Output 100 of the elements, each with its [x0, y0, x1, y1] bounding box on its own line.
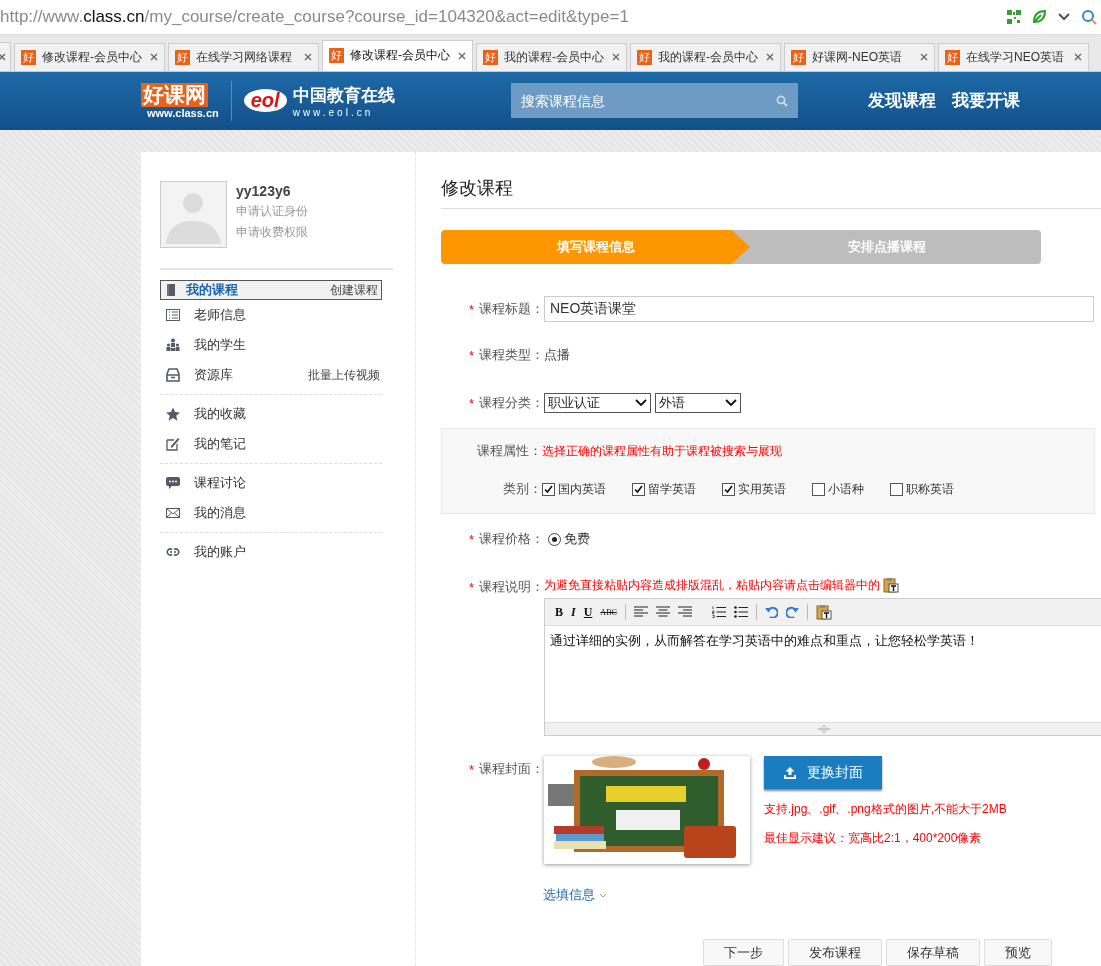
format-button[interactable]: I [571, 604, 576, 620]
upload-icon [783, 765, 797, 780]
action-button[interactable]: 发布课程 [788, 939, 882, 966]
checkbox-option[interactable]: 实用英语 [722, 480, 786, 498]
field-label: 课程价格： [479, 530, 544, 548]
close-icon[interactable] [920, 53, 928, 62]
edit-icon [166, 437, 180, 451]
browser-tab[interactable]: 好 好课网-NEO英语 [784, 42, 935, 71]
star-icon [166, 407, 180, 421]
browser-tab[interactable]: 好 我的课程-会员中心 [476, 42, 627, 71]
close-icon[interactable] [150, 53, 158, 62]
close-icon[interactable] [458, 51, 466, 60]
qr-code-icon[interactable] [1007, 9, 1021, 24]
page-title: 修改课程 [441, 176, 1101, 209]
bullet-list-icon[interactable] [733, 606, 748, 618]
site-favicon: 好 [483, 49, 498, 65]
upload-note: 支持.jpg、.gif、.png格式的图片,不能大于2MB [764, 801, 1007, 818]
sidebar-item[interactable]: 我的笔记 [160, 429, 382, 459]
chevron-down-icon[interactable] [1057, 11, 1071, 22]
browser-tab[interactable]: 好 在线学习网络课程 [168, 42, 319, 71]
field-label: 课程说明： [479, 578, 544, 596]
chevron-down-icon [725, 399, 737, 407]
required-mark: * [468, 579, 474, 595]
browser-tab[interactable]: 好 在线学习NEO英语 [938, 42, 1089, 71]
sidebar-item[interactable]: 我的学生 [160, 330, 382, 360]
align-center-icon[interactable] [655, 606, 670, 618]
checkbox[interactable] [632, 482, 645, 496]
align-right-icon[interactable] [677, 606, 692, 618]
ordered-list-icon[interactable] [711, 606, 726, 618]
radio-option[interactable]: 免费 [548, 530, 590, 548]
close-icon[interactable] [766, 53, 774, 62]
sidebar-action-link[interactable]: 批量上传视频 [308, 366, 380, 384]
close-icon[interactable] [0, 52, 6, 61]
dropdown[interactable]: 外语 [655, 393, 741, 413]
close-icon[interactable] [304, 53, 312, 62]
required-mark: * [468, 301, 474, 317]
sidebar-item[interactable]: 我的消息 [160, 498, 382, 528]
search-icon[interactable] [1081, 8, 1097, 25]
clipboard-icon [883, 577, 899, 593]
sidebar-item[interactable]: 我的收藏 [160, 399, 382, 429]
field-label: 课程标题： [479, 300, 544, 318]
dropdown[interactable]: 职业认证 [544, 393, 651, 413]
drawer-icon [166, 368, 180, 382]
change-cover-button[interactable]: 更换封面 [764, 756, 882, 789]
format-button[interactable]: U [583, 604, 593, 620]
user-name: yy123y6 [236, 183, 292, 199]
site-favicon: 好 [329, 48, 344, 64]
optional-info-link[interactable]: 选填信息 [543, 886, 607, 904]
action-button[interactable]: 下一步 [703, 939, 784, 966]
required-mark: * [468, 761, 474, 777]
field-label: 类别： [502, 480, 542, 498]
format-button[interactable]: B [555, 604, 563, 620]
sidebar-item[interactable]: 课程讨论 [160, 468, 382, 498]
hint-text: 选择正确的课程属性有助于课程被搜索与展现 [542, 442, 782, 460]
sidebar-item[interactable]: 我的账户 [160, 537, 382, 567]
required-mark: * [468, 395, 474, 411]
format-button[interactable]: ABC [600, 607, 617, 617]
rich-text-editor[interactable]: B I U ABC 通过详细的实例，从而解答在学习英语中的难点和重点，让您轻松学英语！ [544, 598, 1101, 736]
search-field[interactable]: 搜索课程信息 [510, 83, 798, 119]
nav-link[interactable]: 我要开课 [951, 89, 1020, 113]
action-button[interactable]: 预览 [984, 939, 1052, 966]
close-icon[interactable] [1074, 53, 1082, 62]
action-button[interactable]: 保存草稿 [886, 939, 980, 966]
redo-icon[interactable] [785, 606, 799, 618]
close-icon[interactable] [612, 53, 620, 62]
nav-link[interactable]: 发现课程 [867, 89, 936, 113]
title-input[interactable]: NEO英语课堂 [544, 296, 1094, 322]
checkbox-option[interactable]: 职称英语 [890, 480, 954, 498]
site-favicon: 好 [791, 49, 806, 65]
chevron-down-icon [599, 892, 607, 898]
align-left-icon[interactable] [633, 606, 648, 618]
resize-handle-icon[interactable] [818, 725, 830, 733]
link-icon [166, 545, 180, 559]
sidebar-item[interactable]: 老师信息 [160, 300, 382, 330]
browser-tab[interactable]: 好 修改课程-会员中心 [14, 42, 165, 71]
field-label: 课程类型： [479, 346, 544, 364]
checkbox-option[interactable]: 留学英语 [632, 480, 696, 498]
field-value: 点播 [544, 346, 570, 364]
checkbox[interactable] [542, 482, 555, 496]
clipboard-icon[interactable] [815, 604, 832, 620]
chat-icon [166, 476, 180, 490]
field-label: 课程分类： [479, 394, 544, 412]
site-favicon: 好 [175, 49, 190, 65]
required-mark: * [468, 347, 474, 363]
site-favicon: 好 [945, 49, 960, 65]
sidebar-action-link[interactable]: 创建课程 [330, 281, 378, 299]
browser-tab[interactable]: 好 修改课程-会员中心 [322, 39, 473, 71]
sidebar-item[interactable]: 资源库 批量上传视频 [160, 360, 382, 390]
checkbox-option[interactable]: 小语种 [812, 480, 864, 498]
leaf-icon[interactable] [1031, 8, 1047, 25]
checkbox[interactable] [890, 482, 903, 496]
undo-icon[interactable] [764, 606, 778, 618]
hint-text: 为避免直接粘贴内容造成排版混乱，粘贴内容请点击编辑器中的 [544, 576, 880, 594]
field-label: 课程属性： [476, 442, 542, 460]
checkbox[interactable] [812, 482, 825, 496]
browser-tab[interactable]: 好 我的课程-会员中心 [630, 42, 781, 71]
checkbox[interactable] [722, 482, 735, 496]
checkbox-option[interactable]: 国内英语 [542, 480, 606, 498]
required-mark: * [468, 531, 474, 547]
sidebar-item[interactable]: 我的课程 创建课程 [160, 280, 382, 300]
